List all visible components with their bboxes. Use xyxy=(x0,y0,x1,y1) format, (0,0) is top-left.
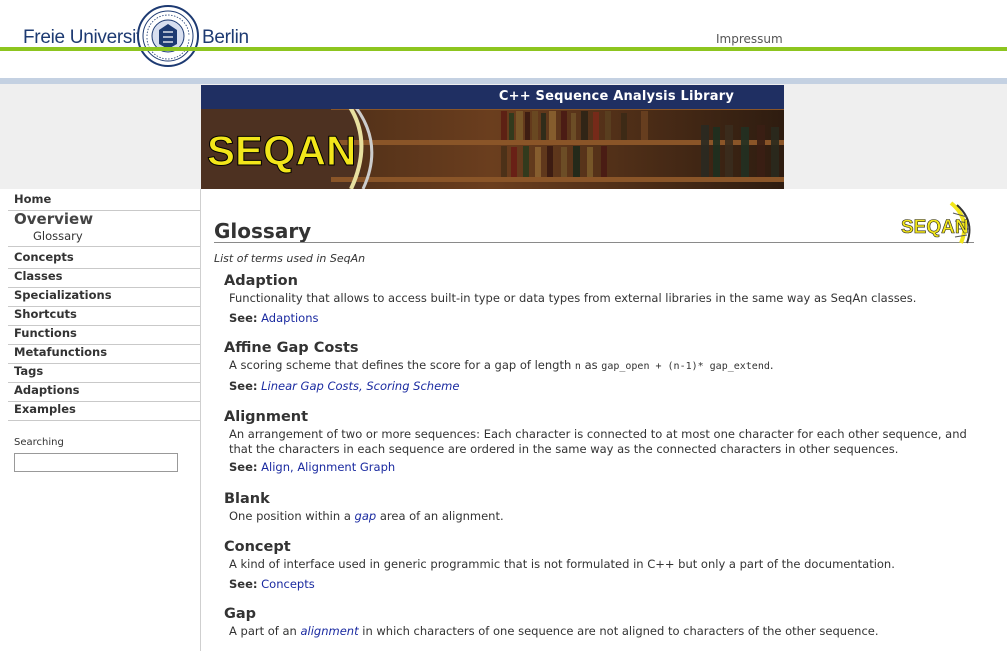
see-link-alignment-graph[interactable]: Alignment Graph xyxy=(297,460,395,474)
sidebar-nav: Home Overview Glossary Concepts Classes … xyxy=(0,189,201,651)
see-also: See: Linear Gap Costs, Scoring Scheme xyxy=(224,379,984,394)
see-label: See: xyxy=(229,311,258,325)
intro-text: List of terms used in SeqAn xyxy=(214,252,366,265)
glossary-entry-alignment: Alignment An arrangement of two or more … xyxy=(224,408,984,475)
see-link-align[interactable]: Align xyxy=(261,460,290,474)
see-label: See: xyxy=(229,460,258,474)
banner-title: C++ Sequence Analysis Library xyxy=(201,85,784,109)
term-title: Alignment xyxy=(224,409,309,425)
sidebar-item-metafunctions[interactable]: Metafunctions xyxy=(8,345,200,364)
code-formula: gap_open + (n-1)* gap_extend xyxy=(601,361,770,372)
sidebar-item-functions[interactable]: Functions xyxy=(8,326,200,345)
seqan-logo-text: SEQAN xyxy=(207,127,356,174)
description-text: A part of an xyxy=(229,624,297,638)
term-description: A scoring scheme that defines the score … xyxy=(224,358,984,374)
search-label: Searching xyxy=(14,437,64,448)
glossary-entry-gap: Gap A part of an alignment in which char… xyxy=(224,605,984,639)
description-text: as xyxy=(584,358,598,372)
see-link-concepts[interactable]: Concepts xyxy=(261,577,315,591)
see-separator: , xyxy=(359,379,363,393)
glossary-entry-concept: Concept A kind of interface used in gene… xyxy=(224,538,984,592)
sidebar-item-tags[interactable]: Tags xyxy=(8,364,200,383)
page-title: Glossary xyxy=(214,219,312,243)
description-text: area of an alignment. xyxy=(379,509,504,523)
main-content: Glossary SEQAN List of terms used in Seq… xyxy=(201,189,1007,651)
see-also: See: Adaptions xyxy=(224,311,984,326)
header-divider-green xyxy=(0,47,1007,51)
term-title: Gap xyxy=(224,606,257,622)
term-title: Concept xyxy=(224,539,291,555)
glossary-entry-affine-gap-costs: Affine Gap Costs A scoring scheme that d… xyxy=(224,339,984,394)
see-label: See: xyxy=(229,379,258,393)
term-description: A kind of interface used in generic prog… xyxy=(229,557,895,571)
code-n: n xyxy=(574,361,581,372)
term-title: Blank xyxy=(224,491,270,507)
term-description: One position within a gap area of an ali… xyxy=(224,509,984,524)
description-text: One position within a xyxy=(229,509,351,523)
see-link-linear-gap-costs[interactable]: Linear Gap Costs xyxy=(261,379,359,393)
see-also: See: Align, Alignment Graph xyxy=(224,460,984,475)
term-title: Affine Gap Costs xyxy=(224,340,359,356)
impressum-link[interactable]: Impressum xyxy=(716,32,783,46)
description-text: . xyxy=(769,358,774,372)
sidebar-item-classes[interactable]: Classes xyxy=(8,269,200,288)
see-label: See: xyxy=(229,577,258,591)
seqan-logo-icon: SEQAN xyxy=(901,201,971,244)
term-description: Functionality that allows to access buil… xyxy=(229,291,917,305)
site-header: Freie Universität Berlin Impressum xyxy=(0,0,1007,84)
sidebar-item-concepts[interactable]: Concepts xyxy=(8,250,200,269)
see-link-adaptions[interactable]: Adaptions xyxy=(261,311,318,325)
description-text: A scoring scheme that defines the score … xyxy=(229,358,572,372)
description-text: in which characters of one sequence are … xyxy=(362,624,879,638)
university-seal-icon xyxy=(137,5,199,67)
title-divider xyxy=(214,242,974,243)
see-link-scoring-scheme[interactable]: Scoring Scheme xyxy=(366,379,459,393)
inline-link-gap[interactable]: gap xyxy=(355,509,377,523)
see-separator: , xyxy=(290,460,294,474)
see-also: See: Concepts xyxy=(224,577,984,592)
term-description: A part of an alignment in which characte… xyxy=(224,624,984,639)
university-name-right: Berlin xyxy=(202,27,249,48)
glossary-entry-blank: Blank One position within a gap area of … xyxy=(224,490,984,524)
glossary-entry-adaption: Adaption Functionality that allows to ac… xyxy=(224,272,984,326)
sidebar-item-overview[interactable]: Overview xyxy=(8,210,200,228)
sidebar-item-specializations[interactable]: Specializations xyxy=(8,288,200,307)
sidebar-item-examples[interactable]: Examples xyxy=(8,402,200,421)
term-title: Adaption xyxy=(224,273,298,289)
term-description: An arrangement of two or more sequences:… xyxy=(229,427,967,456)
inline-link-alignment[interactable]: alignment xyxy=(301,624,359,638)
sidebar-item-adaptions[interactable]: Adaptions xyxy=(8,383,200,402)
sidebar-item-home[interactable]: Home xyxy=(8,192,200,211)
sidebar-item-shortcuts[interactable]: Shortcuts xyxy=(8,307,200,326)
sidebar-item-glossary[interactable]: Glossary xyxy=(8,229,200,247)
search-input[interactable] xyxy=(14,453,178,472)
svg-text:SEQAN: SEQAN xyxy=(901,217,969,238)
